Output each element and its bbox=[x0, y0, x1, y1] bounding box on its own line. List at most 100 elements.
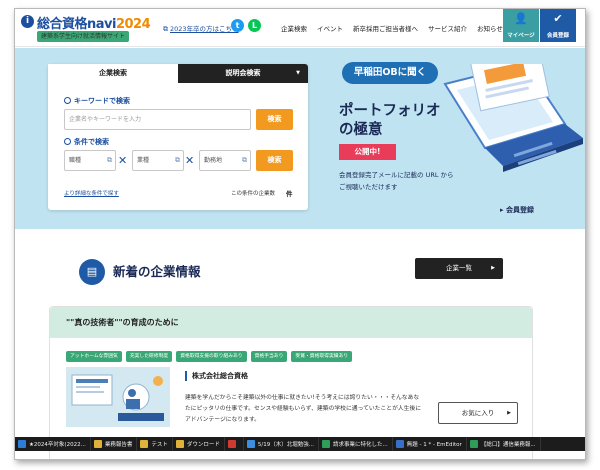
caret-right-icon: ▶ bbox=[491, 265, 495, 271]
card-tag: 充実した研修制度 bbox=[125, 351, 173, 362]
taskbar-item[interactable]: 5/19（木）北堀勉強... bbox=[244, 437, 319, 451]
company-name[interactable]: 株式会社総合資格 bbox=[185, 371, 248, 381]
download-folder-icon bbox=[175, 440, 184, 448]
card-tag: 資格取得支援の取り組みあり bbox=[176, 351, 247, 362]
editor-icon bbox=[395, 440, 404, 448]
logo-mark-icon: i bbox=[21, 15, 34, 28]
job-type-label: 職種 bbox=[69, 157, 82, 164]
news-icon: ▤ bbox=[79, 259, 105, 285]
favorite-button[interactable]: お気に入り ▶ bbox=[438, 402, 518, 424]
banner-badge: 早稲田OBに聞く bbox=[342, 62, 438, 84]
external-link-icon: ⧉ bbox=[163, 25, 168, 33]
register-label: 会員登録 bbox=[546, 33, 569, 39]
line-icon[interactable]: L bbox=[248, 19, 261, 32]
company-list-button[interactable]: 企業一覧 ▶ bbox=[415, 258, 503, 279]
condition-search-button[interactable]: 検索 bbox=[256, 150, 293, 171]
site-logo[interactable]: i 総合資格navi2024 建築系学生向け就活情報サイト bbox=[21, 13, 161, 43]
taskbar-item-label: ダウンロード bbox=[186, 442, 220, 448]
card-tag: アットホームな雰囲気 bbox=[66, 351, 122, 362]
card-heading: ""真の技術者""の育成のために bbox=[50, 307, 532, 338]
company-image bbox=[66, 367, 170, 427]
taskbar-item[interactable] bbox=[225, 437, 244, 451]
taskbar-item-label: 5/19（木）北堀勉強... bbox=[257, 442, 314, 448]
keyword-search-button[interactable]: 検索 bbox=[256, 109, 293, 130]
nav-company-search[interactable]: 企業検索 bbox=[281, 23, 307, 33]
brand-year: 2024 bbox=[115, 17, 151, 32]
banner-note: 会員登録完了メールに記載の URL から bbox=[339, 171, 454, 179]
company-list-label: 企業一覧 bbox=[446, 264, 472, 272]
card-tag: 資格手当あり bbox=[250, 351, 288, 362]
news-section-title: 新着の企業情報 bbox=[113, 264, 201, 279]
detailed-search-link[interactable]: より詳細な条件で探す bbox=[64, 189, 119, 197]
user-icon: 👤 bbox=[514, 12, 528, 25]
register-button[interactable]: ✔ 会員登録 bbox=[540, 9, 576, 42]
popup-icon: ⧉ bbox=[175, 156, 180, 164]
favorite-label: お気に入り bbox=[461, 409, 495, 417]
banner-register-link[interactable]: ▸ 会員登録 bbox=[500, 205, 534, 215]
taskbar-item[interactable]: 【総口】通信業務報... bbox=[467, 437, 541, 451]
job-type-select[interactable]: 職種 ⧉ bbox=[64, 150, 116, 171]
pdf-icon bbox=[227, 440, 236, 448]
banner-headline: ポートフォリオ bbox=[339, 103, 441, 119]
location-select[interactable]: 勤務地 ⧉ bbox=[199, 150, 251, 171]
caret-right-icon: ▶ bbox=[507, 410, 511, 416]
company-count-unit: 件 bbox=[286, 190, 293, 198]
taskbar-item-label: 業務報告書 bbox=[104, 442, 133, 448]
nav-recruiter[interactable]: 新卒採用ご担当者様へ bbox=[353, 23, 418, 33]
industry-label: 業種 bbox=[137, 157, 150, 164]
banner-register-label: 会員登録 bbox=[505, 206, 534, 214]
window-icon bbox=[18, 440, 26, 448]
search-icon bbox=[64, 97, 71, 104]
banner-note-2: ご視聴いただけます bbox=[339, 183, 398, 191]
taskbar-item-label: 無題 - 1 * - EmEditor bbox=[406, 442, 462, 448]
search-panel: 企業検索 説明会検索 ▼ キーワードで検索 企業名やキーワードを入力 検索 条件で… bbox=[48, 64, 308, 210]
nav-news[interactable]: お知らせ bbox=[477, 23, 503, 33]
taskbar-item[interactable]: 無題 - 1 * - EmEditor bbox=[393, 437, 467, 451]
company-description-2: たにピッタリの仕事です。センスや経験もいらず、建築の学校に通っていたことが人生後… bbox=[185, 406, 422, 412]
folder-icon bbox=[93, 440, 102, 448]
browser-icon bbox=[246, 440, 255, 448]
company-description-3: アドバンテージになります。 bbox=[185, 417, 260, 423]
excel-icon bbox=[321, 440, 330, 448]
nav-event[interactable]: イベント bbox=[317, 23, 343, 33]
prev-year-link-label: 2023年卒の方はこちら bbox=[170, 25, 239, 33]
tab-seminar-search[interactable]: 説明会検索 ▼ bbox=[178, 64, 308, 83]
location-label: 勤務地 bbox=[204, 157, 223, 164]
mypage-label: マイページ bbox=[507, 33, 535, 39]
taskbar-item[interactable]: 請求事業に特化した... bbox=[319, 437, 393, 451]
published-label: 公開中! bbox=[339, 144, 396, 160]
keyword-title-text: キーワードで検索 bbox=[74, 97, 130, 105]
popup-icon: ⧉ bbox=[107, 156, 112, 164]
keyword-input[interactable]: 企業名やキーワードを入力 bbox=[64, 109, 251, 130]
nav-service[interactable]: サービス紹介 bbox=[428, 23, 467, 33]
badge-icon: ✔ bbox=[553, 12, 563, 25]
os-taskbar: ★2024卒対象(2022... 業務報告書 テスト ダウンロード 5/19（木… bbox=[15, 437, 585, 451]
taskbar-item-label: ★2024卒対象(2022... bbox=[29, 442, 86, 448]
search-icon bbox=[64, 138, 71, 145]
taskbar-item-label: テスト bbox=[151, 442, 168, 448]
site-tagline: 建築系学生向け就活情報サイト bbox=[37, 31, 130, 42]
taskbar-item-label: 請求事業に特化した... bbox=[332, 442, 388, 448]
condition-title-text: 条件で検索 bbox=[74, 138, 109, 146]
banner-headline-2: の極意 bbox=[339, 122, 383, 138]
industry-select[interactable]: 業種 ⧉ bbox=[132, 150, 184, 171]
triangle-down-icon: ▼ bbox=[296, 70, 300, 76]
card-tag: 受賞・資格取得実績あり bbox=[291, 351, 353, 362]
taskbar-item[interactable]: ダウンロード bbox=[173, 437, 225, 451]
cross-icon: ✕ bbox=[118, 154, 128, 167]
keyword-section-title: キーワードで検索 bbox=[64, 96, 130, 106]
tab-seminar-label: 説明会検索 bbox=[225, 69, 261, 77]
excel-icon bbox=[469, 440, 478, 448]
condition-section-title: 条件で検索 bbox=[64, 137, 109, 147]
taskbar-item[interactable]: 業務報告書 bbox=[91, 437, 138, 451]
card-tags: アットホームな雰囲気 充実した研修制度 資格取得支援の取り組みあり 資格手当あり… bbox=[66, 351, 353, 362]
prev-year-link[interactable]: ⧉ 2023年卒の方はこちら bbox=[163, 23, 239, 34]
taskbar-item[interactable]: テスト bbox=[137, 437, 173, 451]
taskbar-item[interactable]: ★2024卒対象(2022... bbox=[15, 437, 91, 451]
tab-company-search[interactable]: 企業検索 bbox=[48, 64, 178, 83]
mypage-button[interactable]: 👤 マイページ bbox=[503, 9, 539, 42]
hero-section: 企業検索 説明会検索 ▼ キーワードで検索 企業名やキーワードを入力 検索 条件で… bbox=[15, 48, 585, 229]
main-nav: 企業検索 イベント 新卒採用ご担当者様へ サービス紹介 お知らせ bbox=[281, 23, 503, 33]
brand-name: 総合資格navi bbox=[37, 17, 116, 32]
twitter-icon[interactable]: t bbox=[231, 19, 244, 32]
